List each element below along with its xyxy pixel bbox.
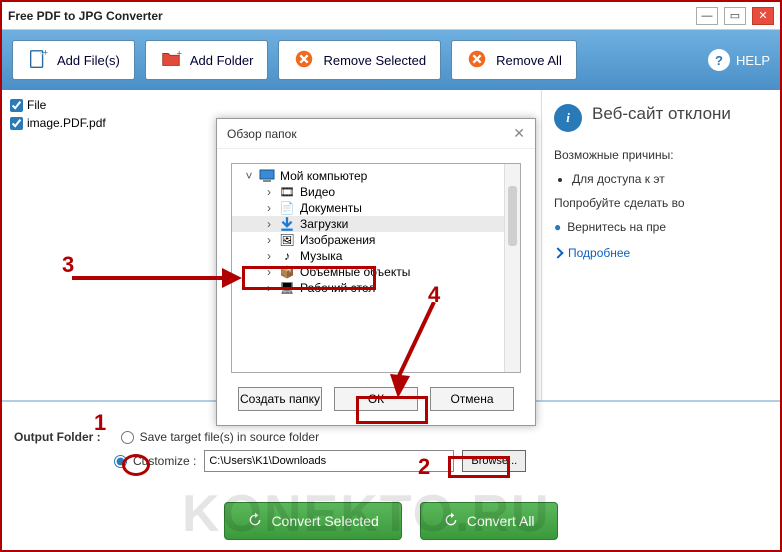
downloads-icon <box>279 217 295 231</box>
tree-node-desktop[interactable]: › 🖥 Рабочий стол <box>232 280 520 296</box>
cancel-button[interactable]: Отмена <box>430 387 514 411</box>
expand-icon[interactable]: › <box>264 201 274 215</box>
reasons-item: Для доступа к эт <box>572 172 768 186</box>
refresh-icon <box>443 512 459 531</box>
add-folder-label: Add Folder <box>190 53 254 68</box>
remove-selected-label: Remove Selected <box>323 53 426 68</box>
expand-icon[interactable]: › <box>264 265 274 279</box>
video-icon: 🎞 <box>279 185 295 199</box>
convert-all-button[interactable]: Convert All <box>420 502 558 540</box>
folder-tree[interactable]: ˅ Мой компьютер › 🎞 Видео › 📄 Документы › Заг… <box>231 163 521 373</box>
collapse-icon[interactable]: ˅ <box>244 169 254 183</box>
pictures-icon: 🖼 <box>279 233 295 247</box>
documents-icon: 📄 <box>279 201 295 215</box>
ok-button[interactable]: ОК <box>334 387 418 411</box>
tree-node-label: Видео <box>300 185 335 199</box>
tree-node-label: Документы <box>300 201 362 215</box>
radio-source-label: Save target file(s) in source folder <box>140 430 319 444</box>
add-file-button[interactable]: + Add File(s) <box>12 40 135 80</box>
tree-node-label: Мой компьютер <box>280 169 367 183</box>
minimize-button[interactable]: — <box>696 7 718 25</box>
reasons-list: Для доступа к эт <box>554 172 768 186</box>
tree-node-3dobjects[interactable]: › 📦 Объемные объекты <box>232 264 520 280</box>
side-heading: Веб-сайт отклони <box>592 104 731 124</box>
objects-icon: 📦 <box>279 265 295 279</box>
dialog-titlebar: Обзор папок ✕ <box>217 119 535 149</box>
side-panel: i Веб-сайт отклони Возможные причины: Дл… <box>542 90 780 400</box>
reasons-label: Возможные причины: <box>554 148 768 162</box>
file-add-icon: + <box>27 48 49 73</box>
tree-node-label: Изображения <box>300 233 375 247</box>
try-item: Вернитесь на пре <box>554 220 768 234</box>
radio-source-folder[interactable] <box>121 431 134 444</box>
dialog-close-button[interactable]: ✕ <box>513 125 525 142</box>
more-link[interactable]: Подробнее <box>554 246 768 260</box>
tree-node-label: Объемные объекты <box>300 265 410 279</box>
tree-node-downloads[interactable]: › Загрузки <box>232 216 520 232</box>
radio-customize[interactable] <box>114 455 127 468</box>
desktop-icon: 🖥 <box>279 281 295 295</box>
expand-icon[interactable]: › <box>264 281 274 295</box>
add-folder-button[interactable]: + Add Folder <box>145 40 269 80</box>
output-path-input[interactable] <box>204 450 454 472</box>
tree-node-root[interactable]: ˅ Мой компьютер <box>232 168 520 184</box>
expand-icon[interactable]: › <box>264 217 274 231</box>
expand-icon[interactable]: › <box>264 185 274 199</box>
radio-customize-label: Customize : <box>133 454 196 468</box>
dialog-title: Обзор папок <box>227 127 297 141</box>
folder-add-icon: + <box>160 48 182 73</box>
help-label: HELP <box>736 53 770 68</box>
tree-node-label: Музыка <box>300 249 342 263</box>
expand-icon[interactable]: › <box>264 233 274 247</box>
app-title: Free PDF to JPG Converter <box>8 9 690 23</box>
select-all-checkbox[interactable] <box>10 99 23 112</box>
svg-text:+: + <box>43 48 48 57</box>
close-button[interactable]: ✕ <box>752 7 774 25</box>
tree-node-pictures[interactable]: › 🖼 Изображения <box>232 232 520 248</box>
try-list: Вернитесь на пре <box>554 220 768 234</box>
computer-icon <box>259 169 275 183</box>
help-icon: ? <box>708 49 730 71</box>
remove-all-icon <box>466 48 488 73</box>
refresh-icon <box>247 512 263 531</box>
help-button[interactable]: ? HELP <box>708 49 770 71</box>
music-icon: ♪ <box>279 249 295 263</box>
more-label: Подробнее <box>568 246 630 260</box>
info-icon: i <box>554 104 582 132</box>
try-label: Попробуйте сделать во <box>554 196 768 210</box>
chevron-down-icon <box>552 247 563 258</box>
tree-node-video[interactable]: › 🎞 Видео <box>232 184 520 200</box>
tree-node-documents[interactable]: › 📄 Документы <box>232 200 520 216</box>
file-column-label: File <box>27 98 46 112</box>
output-label: Output Folder : <box>14 430 101 444</box>
remove-all-label: Remove All <box>496 53 562 68</box>
tree-scrollbar[interactable] <box>504 164 520 372</box>
file-list-header[interactable]: File <box>10 96 533 114</box>
create-folder-button[interactable]: Создать папку <box>238 387 322 411</box>
tree-node-label: Загрузки <box>300 217 348 231</box>
tree-node-label: Рабочий стол <box>300 281 375 295</box>
remove-all-button[interactable]: Remove All <box>451 40 577 80</box>
remove-icon <box>293 48 315 73</box>
file-row-name: image.PDF.pdf <box>27 116 106 130</box>
tree-node-music[interactable]: › ♪ Музыка <box>232 248 520 264</box>
maximize-button[interactable]: ▭ <box>724 7 746 25</box>
add-file-label: Add File(s) <box>57 53 120 68</box>
browse-button[interactable]: Browse... <box>462 450 526 472</box>
file-row-checkbox[interactable] <box>10 117 23 130</box>
remove-selected-button[interactable]: Remove Selected <box>278 40 441 80</box>
convert-selected-button[interactable]: Convert Selected <box>224 502 401 540</box>
expand-icon[interactable]: › <box>264 249 274 263</box>
main-toolbar: + Add File(s) + Add Folder Remove Select… <box>2 30 780 90</box>
folder-browse-dialog: Обзор папок ✕ ˅ Мой компьютер › 🎞 Видео › 📄… <box>216 118 536 426</box>
svg-text:+: + <box>176 48 181 58</box>
convert-all-label: Convert All <box>467 513 535 529</box>
title-bar: Free PDF to JPG Converter — ▭ ✕ <box>2 2 780 30</box>
convert-selected-label: Convert Selected <box>271 513 378 529</box>
